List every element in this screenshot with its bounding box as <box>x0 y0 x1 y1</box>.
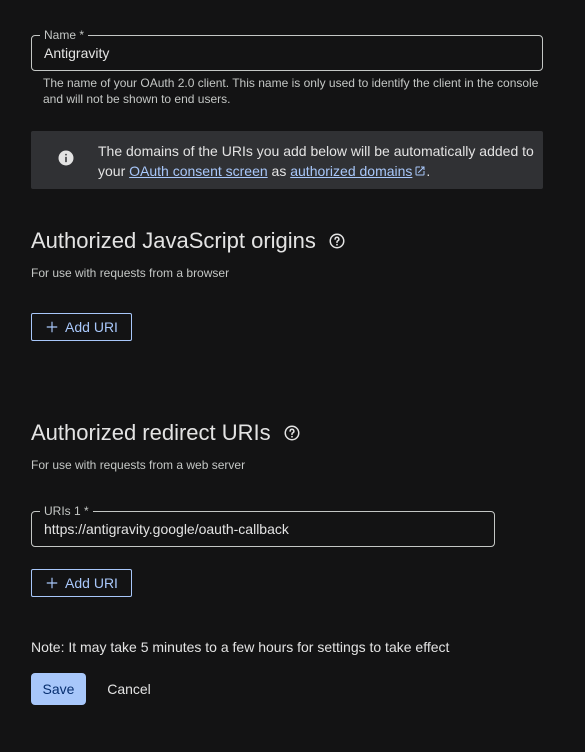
name-field[interactable]: Name * <box>31 28 543 71</box>
help-icon[interactable] <box>283 424 301 442</box>
add-origin-uri-button[interactable]: Add URI <box>31 313 132 341</box>
js-origins-title: Authorized JavaScript origins <box>31 227 346 255</box>
save-button[interactable]: Save <box>31 673 86 705</box>
redirect-uris-title: Authorized redirect URIs <box>31 419 301 447</box>
external-link-icon <box>415 166 425 176</box>
add-redirect-uri-label: Add URI <box>65 575 118 591</box>
js-origins-title-text: Authorized JavaScript origins <box>31 228 316 253</box>
add-origin-uri-label: Add URI <box>65 319 118 335</box>
info-icon <box>58 150 74 166</box>
oauth-client-form: Name * The name of your OAuth 2.0 client… <box>0 0 585 752</box>
authorized-domains-link-text: authorized domains <box>290 163 413 179</box>
settings-note: Note: It may take 5 minutes to a few hou… <box>31 639 450 655</box>
oauth-consent-screen-link[interactable]: OAuth consent screen <box>129 163 268 179</box>
js-origins-subtitle: For use with requests from a browser <box>31 266 230 280</box>
authorized-domains-link[interactable]: authorized domains <box>290 163 426 179</box>
plus-icon <box>46 577 58 589</box>
add-redirect-uri-button[interactable]: Add URI <box>31 569 132 597</box>
name-hint: The name of your OAuth 2.0 client. This … <box>43 76 539 106</box>
info-text-suffix: . <box>426 163 431 179</box>
info-text-middle: as <box>267 163 291 179</box>
cancel-button[interactable]: Cancel <box>96 673 162 705</box>
redirect-uris-subtitle: For use with requests from a web server <box>31 458 246 472</box>
name-input[interactable] <box>32 36 542 70</box>
info-banner: The domains of the URIs you add below wi… <box>31 131 543 189</box>
redirect-uri-input[interactable] <box>32 512 494 546</box>
redirect-uri-field[interactable]: URIs 1 * <box>31 504 495 547</box>
info-text: The domains of the URIs you add below wi… <box>98 141 538 181</box>
help-icon[interactable] <box>328 232 346 250</box>
redirect-uris-title-text: Authorized redirect URIs <box>31 420 271 445</box>
plus-icon <box>46 321 58 333</box>
